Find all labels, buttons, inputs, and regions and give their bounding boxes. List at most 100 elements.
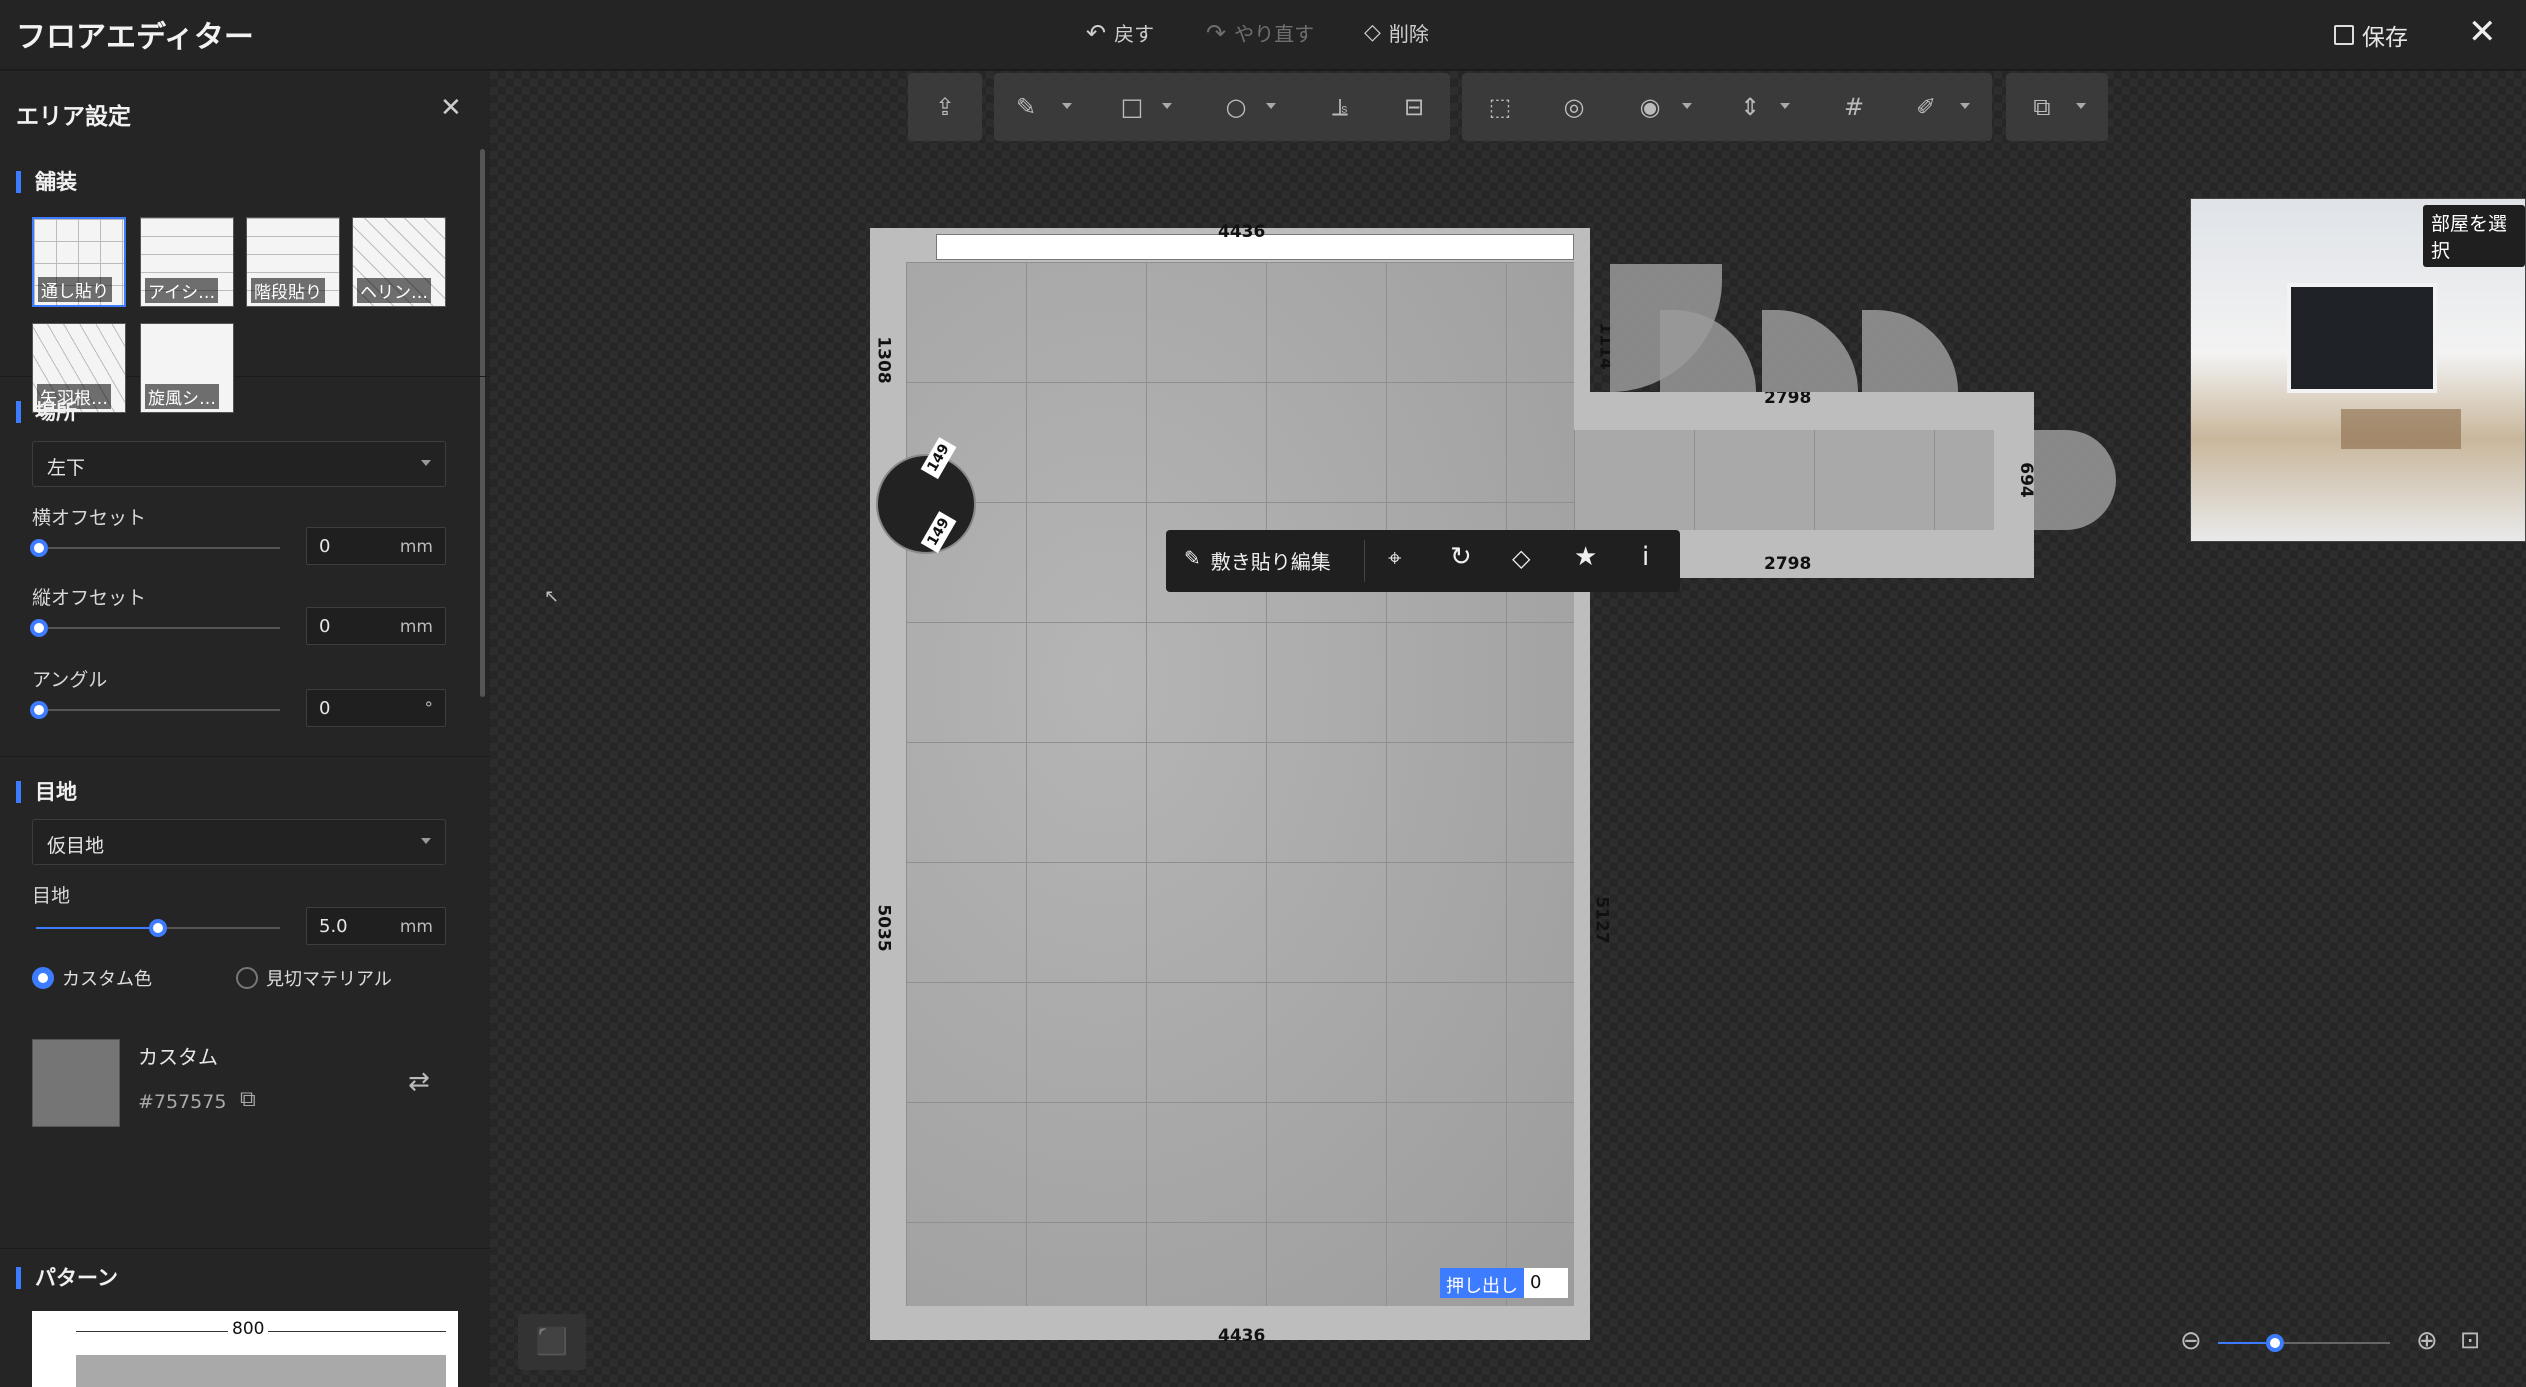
chevron-down-icon [421,838,431,844]
pattern-dim: 800 [228,1319,269,1339]
joint-type-select[interactable]: 仮目地 [32,819,446,865]
select-area-icon[interactable]: ⬚ [1484,91,1516,123]
paint-icon[interactable]: ✐ [1910,91,1942,123]
save-label: 保存 [2362,25,2408,51]
chevron-down-icon[interactable] [1780,103,1790,109]
redo-label: やり直す [1234,22,1315,46]
chevron-down-icon[interactable] [1062,103,1072,109]
zoom-in-icon[interactable]: ⊕ [2416,1326,2438,1356]
undo-button[interactable]: ↶ 戻す [1086,18,1154,47]
position-select[interactable]: 左下 [32,441,446,487]
v-offset-input[interactable]: 0 mm [306,607,446,645]
mouse-cursor-icon: ↖ [544,586,560,607]
edit-tiling-button[interactable]: ✎ 敷き貼り編集 [1184,546,1331,575]
tile-pattern-stair[interactable]: 階段貼り [246,217,340,307]
redo-button[interactable]: ↷ やり直す [1206,18,1314,47]
measure-icon[interactable]: ⫡ [1324,91,1356,123]
eraser-icon[interactable]: ◇ [1512,544,1530,572]
chevron-down-icon[interactable] [2076,103,2086,109]
joint-width-label: 目地 [32,885,71,907]
tile-pattern-grid[interactable]: 通し貼り [32,217,126,307]
slider-knob[interactable] [30,619,48,637]
color-name: カスタム [138,1045,218,1069]
select-room-label[interactable]: 部屋を選択 [2423,205,2525,267]
fit-view-icon[interactable]: ⊡ [2460,1326,2480,1354]
lasso-icon[interactable]: ◎ [1558,91,1590,123]
align-icon[interactable]: ⇕ [1734,91,1766,123]
slider-knob[interactable] [30,701,48,719]
zoom-knob[interactable] [2266,1334,2284,1352]
zoom-slider[interactable] [2218,1334,2390,1352]
h-offset-label: 横オフセット [32,507,147,529]
angle-input[interactable]: 0 ° [306,689,446,727]
toolbar-layer-group: ⧉ [2006,73,2108,141]
zoom-bar: ⊖ ⊕ ⊡ [2150,1316,2526,1368]
color-swatch[interactable] [32,1039,120,1127]
angle-label: アングル [32,669,108,691]
chevron-down-icon [421,460,431,466]
area-settings-panel: エリア設定 ✕ 舗装 通し貼り アイシ… 階段貼り ヘリン… 矢羽根… 旋風シ…… [0,71,490,1387]
chevron-down-icon[interactable] [1266,103,1276,109]
extrude-input[interactable]: 0 [1524,1268,1568,1298]
tile-pattern-herringbone[interactable]: ヘリン… [352,217,446,307]
app-title: フロアエディター [16,20,254,55]
star-icon[interactable]: ★ [1574,542,1597,572]
close-panel-icon[interactable]: ✕ [440,93,462,123]
chevron-down-icon[interactable] [1162,103,1172,109]
swap-icon[interactable]: ⇄ [408,1067,430,1097]
color-hex: #757575 [138,1091,227,1113]
delete-button[interactable]: ◇ 削除 [1364,18,1429,47]
place-title: 場所 [16,401,77,423]
room-floor[interactable] [906,262,1574,1306]
close-editor-icon[interactable]: ✕ [2468,12,2497,52]
paving-title: 舗装 [16,171,77,193]
grid-icon[interactable]: # [1838,91,1870,123]
info-icon[interactable]: ⅰ [1642,542,1649,572]
rotation-handle[interactable]: 149 149 [876,436,976,554]
joint-width-input[interactable]: 5.0 mm [306,907,446,945]
tile-pattern-ashlar[interactable]: アイシ… [140,217,234,307]
v-offset-slider[interactable] [30,619,280,637]
dim-left-main: 5035 [873,904,894,952]
corridor-floor[interactable] [1574,430,1994,530]
move-icon[interactable]: ⌖ [1388,544,1402,572]
toolbar-upload-group: ⇪ [908,73,982,141]
h-offset-slider[interactable] [30,539,280,557]
circle-icon[interactable]: ○ [1220,91,1252,123]
zoom-out-icon[interactable]: ⊖ [2180,1326,2202,1356]
unit-label: ° [424,699,434,719]
layers-icon[interactable]: ⧉ [2026,91,2058,123]
chevron-down-icon[interactable] [1682,103,1692,109]
v-offset-label: 縦オフセット [32,587,147,609]
preview-rug [2341,409,2461,449]
radio-checked [32,967,54,989]
room-preview[interactable]: 部屋を選択 [2190,198,2526,542]
eraser-icon: ◇ [1364,20,1381,45]
slider-knob[interactable] [30,539,48,557]
radio-material-label: 見切マテリアル [266,969,392,990]
edit-tiling-label: 敷き貼り編集 [1210,550,1331,574]
radio-unchecked [236,967,258,989]
joint-section: 目地 仮目地 目地 5.0 mm カスタム色 見切マテリアル カスタム #7575… [0,757,490,1249]
slider-knob[interactable] [149,919,167,937]
slider-fill [36,927,158,929]
joint-width-slider[interactable] [36,919,280,937]
3d-view-icon[interactable]: ⬛ [518,1314,586,1370]
save-button[interactable]: 保存 [2334,18,2408,52]
pattern-swatch [76,1355,446,1387]
radio-material[interactable]: 見切マテリアル [236,965,392,991]
chevron-down-icon[interactable] [1960,103,1970,109]
radio-custom-color[interactable]: カスタム色 [32,965,152,991]
rectangle-icon[interactable]: □ [1116,91,1148,123]
edit-area-icon[interactable]: ⊟ [1398,91,1430,123]
preview-window [2287,283,2437,393]
rotate-icon[interactable]: ↻ [1450,542,1472,572]
h-offset-input[interactable]: 0 mm [306,527,446,565]
copy-icon[interactable]: ⧉ [240,1087,256,1112]
angle-slider[interactable] [30,701,280,719]
upload-icon[interactable]: ⇪ [929,91,961,123]
position-value: 左下 [47,457,86,479]
dim-right-main: 5127 [1591,896,1612,944]
eye-icon[interactable]: ◉ [1634,91,1666,123]
draw-line-icon[interactable]: ✎ [1010,91,1042,123]
